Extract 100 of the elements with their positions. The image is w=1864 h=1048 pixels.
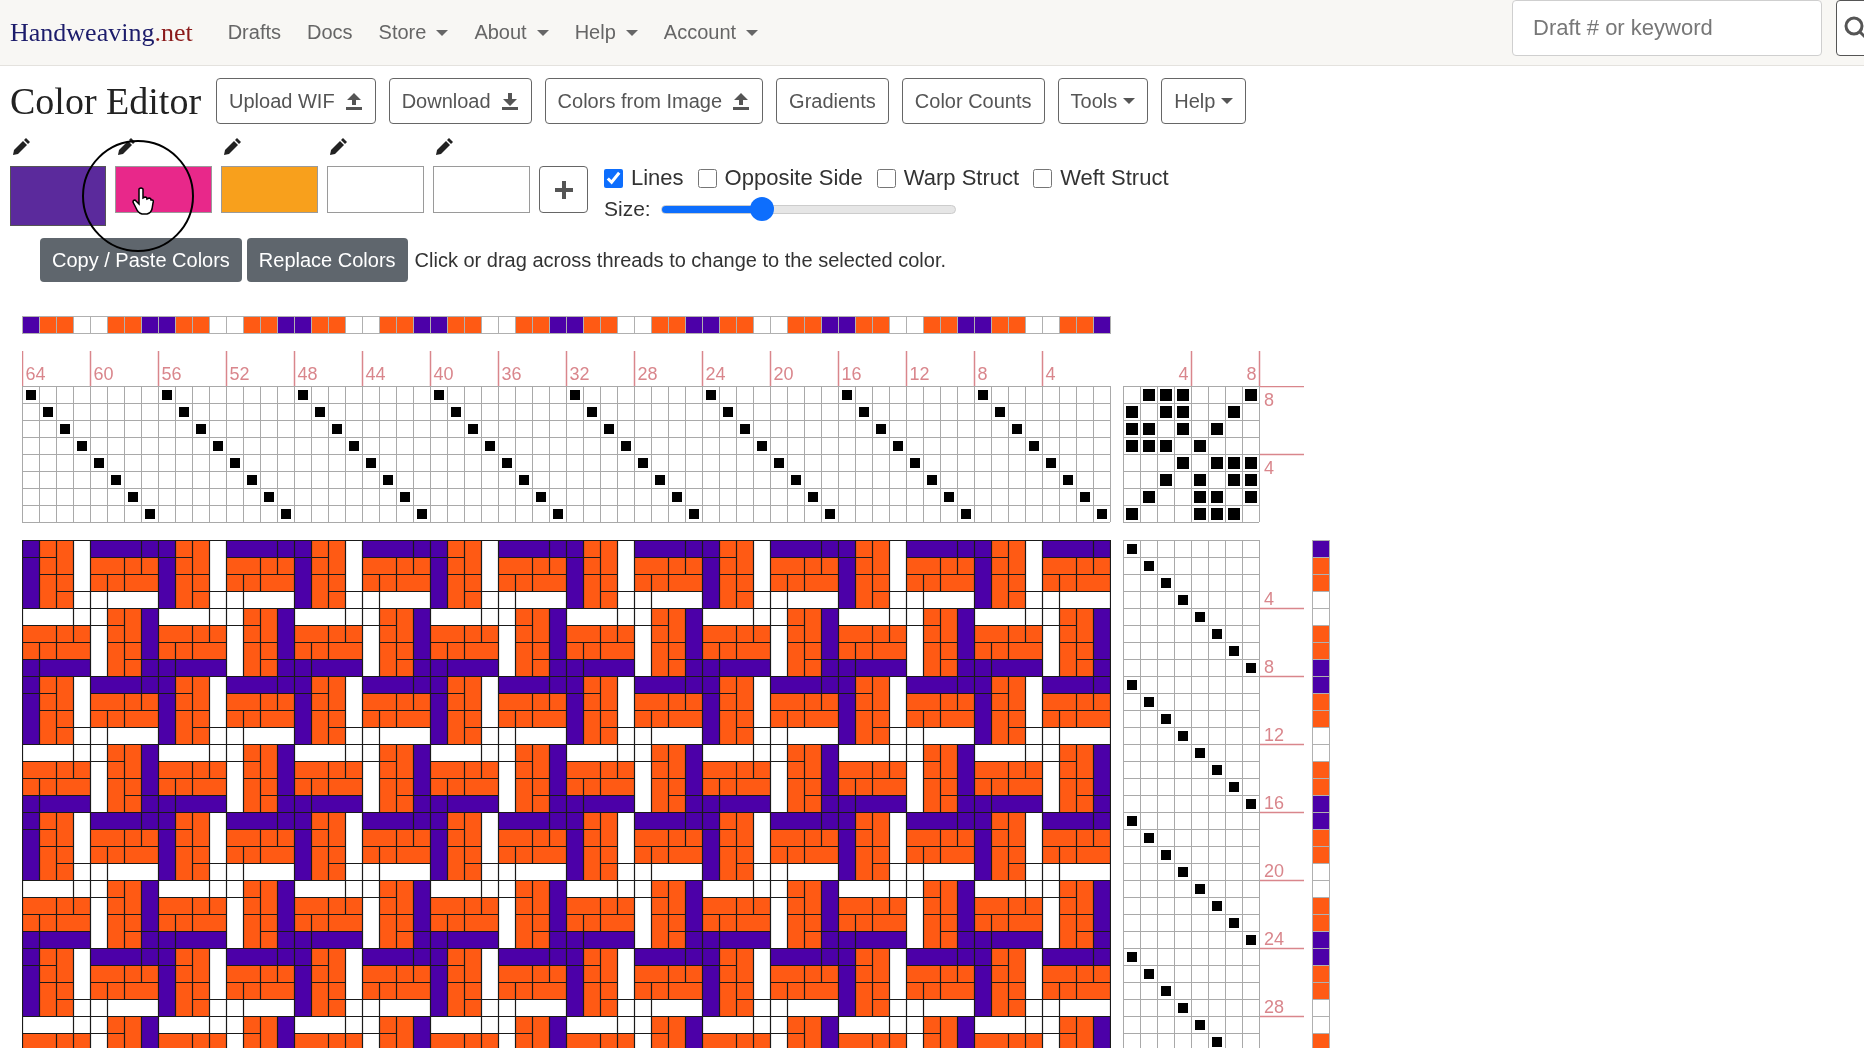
weft-thread-swatch[interactable]	[1312, 897, 1330, 915]
tieup-mark[interactable]	[1194, 491, 1206, 503]
tieup-mark[interactable]	[1228, 508, 1240, 520]
checkbox[interactable]	[604, 168, 623, 188]
weft-thread-swatch[interactable]	[1312, 761, 1330, 779]
weft-thread-swatch[interactable]	[1312, 540, 1330, 558]
warp-thread-swatch[interactable]	[668, 316, 686, 334]
warp-thread-swatch[interactable]	[1025, 316, 1043, 334]
weft-thread-swatch[interactable]	[1312, 812, 1330, 830]
nav-link[interactable]: About	[461, 21, 562, 44]
weft-thread-swatch[interactable]	[1312, 965, 1330, 983]
toolbar-button[interactable]: Upload WIF	[216, 78, 376, 124]
weft-thread-swatch[interactable]	[1312, 744, 1330, 762]
warp-thread-swatch[interactable]	[1059, 316, 1077, 334]
tieup-mark[interactable]	[1160, 389, 1172, 401]
nav-link[interactable]: Store	[365, 21, 462, 44]
tieup-mark[interactable]	[1177, 389, 1189, 401]
tieup-mark[interactable]	[1143, 423, 1155, 435]
weft-thread-swatch[interactable]	[1312, 778, 1330, 796]
warp-thread-swatch[interactable]	[991, 316, 1009, 334]
warp-thread-swatch[interactable]	[396, 316, 414, 334]
tieup-mark[interactable]	[1160, 474, 1172, 486]
warp-thread-swatch[interactable]	[39, 316, 57, 334]
tieup-mark[interactable]	[1211, 423, 1223, 435]
warp-thread-swatch[interactable]	[447, 316, 465, 334]
tieup-mark[interactable]	[1143, 389, 1155, 401]
tieup-mark[interactable]	[1126, 423, 1138, 435]
weft-thread-swatch[interactable]	[1312, 1016, 1330, 1034]
warp-thread-swatch[interactable]	[362, 316, 380, 334]
weft-thread-swatch[interactable]	[1312, 829, 1330, 847]
weft-thread-swatch[interactable]	[1312, 863, 1330, 881]
weft-thread-swatch[interactable]	[1312, 557, 1330, 575]
weft-thread-swatch[interactable]	[1312, 625, 1330, 643]
warp-thread-swatch[interactable]	[1076, 316, 1094, 334]
weft-thread-swatch[interactable]	[1312, 676, 1330, 694]
warp-thread-swatch[interactable]	[532, 316, 550, 334]
warp-thread-swatch[interactable]	[277, 316, 295, 334]
color-swatch[interactable]	[327, 166, 424, 213]
warp-thread-swatch[interactable]	[430, 316, 448, 334]
warp-thread-swatch[interactable]	[974, 316, 992, 334]
tieup-mark[interactable]	[1160, 440, 1172, 452]
warp-thread-swatch[interactable]	[770, 316, 788, 334]
warp-thread-swatch[interactable]	[957, 316, 975, 334]
toolbar-button[interactable]: Download	[388, 78, 532, 124]
warp-thread-swatch[interactable]	[1093, 316, 1111, 334]
warp-thread-swatch[interactable]	[175, 316, 193, 334]
tieup-mark[interactable]	[1177, 457, 1189, 469]
toolbar-button[interactable]: Colors from Image	[544, 78, 764, 124]
weft-thread-swatch[interactable]	[1312, 727, 1330, 745]
warp-thread-swatch[interactable]	[141, 316, 159, 334]
weft-thread-swatch[interactable]	[1312, 608, 1330, 626]
tieup-mark[interactable]	[1211, 508, 1223, 520]
warp-thread-swatch[interactable]	[804, 316, 822, 334]
site-logo[interactable]: Handweaving.net	[0, 17, 193, 48]
warp-thread-swatch[interactable]	[566, 316, 584, 334]
warp-thread-swatch[interactable]	[923, 316, 941, 334]
weft-thread-swatch[interactable]	[1312, 948, 1330, 966]
add-color-button[interactable]	[539, 166, 588, 213]
tieup-mark[interactable]	[1245, 474, 1257, 486]
weft-thread-swatch[interactable]	[1312, 999, 1330, 1017]
tieup-mark[interactable]	[1228, 474, 1240, 486]
warp-thread-swatch[interactable]	[209, 316, 227, 334]
warp-thread-swatch[interactable]	[1008, 316, 1026, 334]
tieup-mark[interactable]	[1126, 406, 1138, 418]
tieup-mark[interactable]	[1160, 406, 1172, 418]
warp-thread-swatch[interactable]	[617, 316, 635, 334]
warp-thread-swatch[interactable]	[719, 316, 737, 334]
nav-link[interactable]: Account	[650, 21, 772, 44]
warp-thread-swatch[interactable]	[328, 316, 346, 334]
tieup-mark[interactable]	[1177, 406, 1189, 418]
weft-thread-swatch[interactable]	[1312, 846, 1330, 864]
warp-thread-swatch[interactable]	[481, 316, 499, 334]
tieup-mark[interactable]	[1194, 440, 1206, 452]
action-button[interactable]: Copy / Paste Colors	[40, 238, 242, 282]
warp-thread-swatch[interactable]	[940, 316, 958, 334]
warp-thread-swatch[interactable]	[702, 316, 720, 334]
nav-link[interactable]: Docs	[294, 21, 366, 44]
weft-thread-swatch[interactable]	[1312, 982, 1330, 1000]
warp-thread-swatch[interactable]	[872, 316, 890, 334]
tieup-mark[interactable]	[1211, 457, 1223, 469]
weft-thread-swatch[interactable]	[1312, 880, 1330, 898]
warp-thread-swatch[interactable]	[243, 316, 261, 334]
weft-thread-swatch[interactable]	[1312, 914, 1330, 932]
tieup-mark[interactable]	[1194, 474, 1206, 486]
tieup-mark[interactable]	[1177, 423, 1189, 435]
toolbar-button[interactable]: Help	[1161, 78, 1247, 124]
weft-thread-swatch[interactable]	[1312, 1033, 1330, 1048]
weft-thread-swatch[interactable]	[1312, 659, 1330, 677]
warp-thread-swatch[interactable]	[56, 316, 74, 334]
warp-thread-swatch[interactable]	[753, 316, 771, 334]
warp-thread-swatch[interactable]	[906, 316, 924, 334]
warp-thread-swatch[interactable]	[1042, 316, 1060, 334]
nav-link[interactable]: Drafts	[214, 21, 294, 44]
weft-thread-swatch[interactable]	[1312, 693, 1330, 711]
warp-thread-swatch[interactable]	[260, 316, 278, 334]
color-swatch[interactable]	[433, 166, 530, 213]
weft-thread-swatch[interactable]	[1312, 574, 1330, 592]
warp-thread-swatch[interactable]	[90, 316, 108, 334]
tieup-mark[interactable]	[1228, 457, 1240, 469]
warp-thread-swatch[interactable]	[311, 316, 329, 334]
